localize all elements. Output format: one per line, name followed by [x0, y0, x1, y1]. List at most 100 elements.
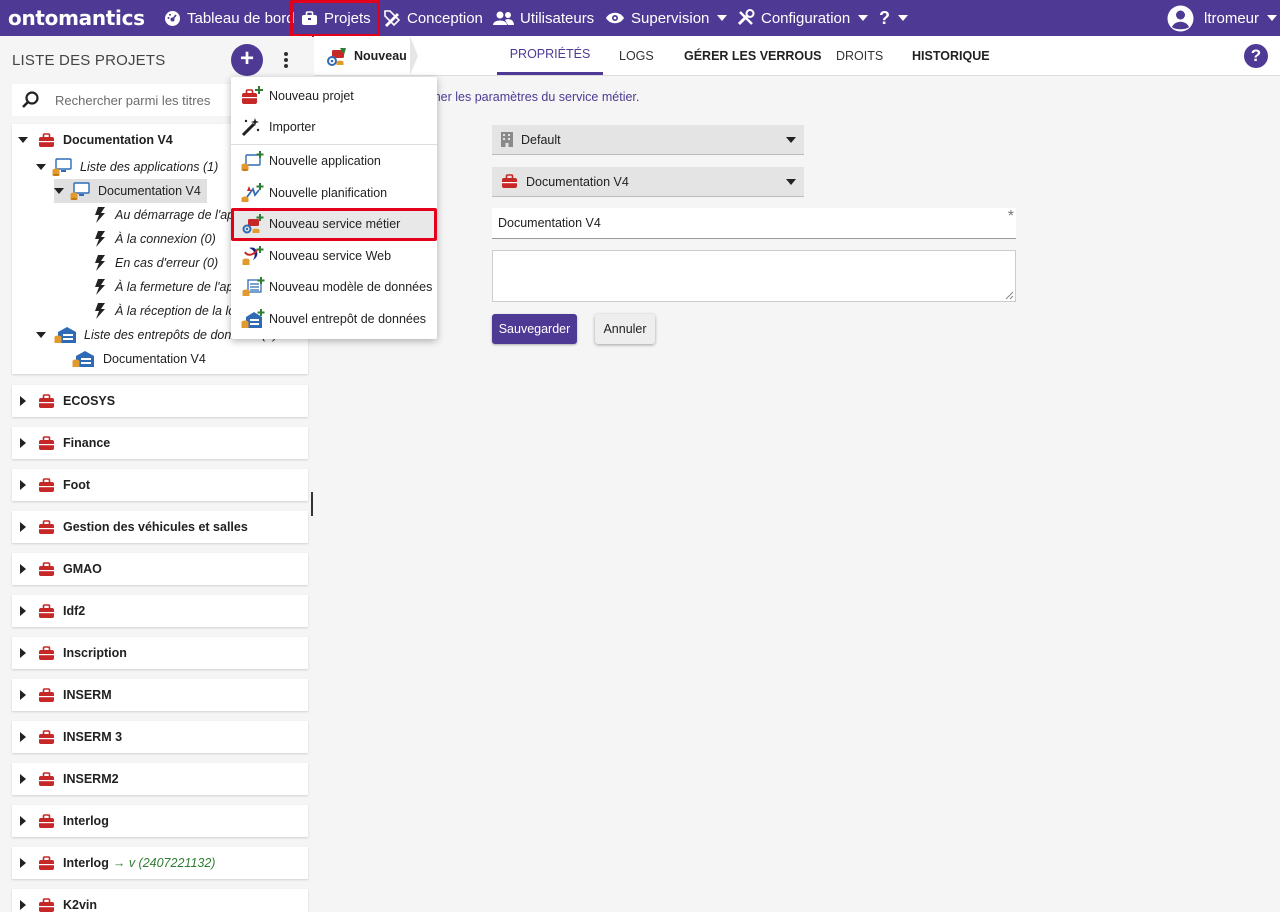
tree-apps-label: Liste des applications (1)	[80, 160, 219, 174]
nav-configuration[interactable]: Configuration	[737, 0, 869, 36]
lightning-icon	[95, 303, 105, 319]
tree-event-row[interactable]: À la réception de la loc	[94, 299, 241, 323]
tree-app-row[interactable]: Documentation V4	[54, 179, 207, 203]
project-row[interactable]: Gestion des véhicules et salles	[12, 511, 308, 543]
chevron-down-icon	[786, 137, 796, 143]
briefcase-icon	[39, 729, 54, 744]
nav-supervision[interactable]: Supervision	[605, 0, 728, 36]
project-label: INSERM2	[63, 772, 119, 786]
project-row[interactable]: K2vin	[12, 889, 308, 912]
new-web-service-icon	[242, 246, 264, 265]
project-row[interactable]: INSERM 3	[12, 721, 308, 753]
required-asterisk: *	[1007, 208, 1014, 225]
magic-wand-icon	[241, 118, 260, 137]
tree-event-row[interactable]: En cas d'erreur (0)	[94, 251, 218, 275]
tab-historique[interactable]: HISTORIQUE	[912, 36, 990, 75]
tab-droits[interactable]: DROITS	[836, 36, 883, 75]
caret-right-icon	[20, 690, 26, 700]
panel-splitter[interactable]	[311, 492, 313, 516]
app-logo[interactable]: ontomantics	[8, 6, 145, 30]
wrench-icon	[737, 9, 755, 26]
project-row[interactable]: INSERM	[12, 679, 308, 711]
tab-gerer-les-verrous[interactable]: GÉRER LES VERROUS	[684, 36, 822, 75]
nav-label: Utilisateurs	[520, 9, 595, 27]
menu-item-nouvel-entrepot-de-donnees[interactable]: Nouvel entrepôt de données	[231, 304, 437, 334]
application-icon	[52, 158, 72, 176]
resize-handle-icon[interactable]	[1005, 291, 1014, 300]
project-row[interactable]: Idf2	[12, 595, 308, 627]
help-icon[interactable]: ?	[1244, 44, 1268, 68]
chevron-down-icon	[858, 15, 869, 21]
project-row[interactable]: Interlog	[12, 805, 308, 837]
tab-proprietes[interactable]: PROPRIÉTÉS	[497, 36, 603, 75]
user-menu[interactable]: ltromeur	[1167, 0, 1278, 36]
project-row[interactable]: Interlog → v (2407221132)	[12, 847, 308, 879]
chevron-down-icon	[786, 179, 796, 185]
tree-event-label: En cas d'erreur (0)	[115, 256, 219, 270]
menu-item-importer[interactable]: Importer	[231, 112, 437, 142]
menu-item-nouveau-modele-de-donnees[interactable]: Nouveau modèle de données	[231, 272, 437, 302]
description-textarea[interactable]	[492, 250, 1016, 302]
tree-event-row[interactable]: À la fermeture de l'app	[94, 275, 240, 299]
dashboard-icon	[165, 10, 180, 26]
caret-right-icon	[20, 858, 26, 868]
service-name-field[interactable]: Documentation V4 *	[492, 208, 1016, 239]
environment-select[interactable]: Default	[492, 125, 804, 155]
tree-event-label: À la connexion (0)	[115, 232, 216, 246]
briefcase-icon	[39, 435, 54, 450]
tree-root-row[interactable]: Documentation V4	[18, 128, 173, 152]
tree-root-label: Documentation V4	[63, 133, 173, 147]
project-row[interactable]: Inscription	[12, 637, 308, 669]
new-schedule-icon	[241, 183, 264, 202]
environment-value: Default	[521, 132, 561, 147]
service-name-value: Documentation V4	[498, 216, 601, 230]
cancel-button[interactable]: Annuler	[595, 314, 655, 344]
project-row[interactable]: GMAO	[12, 553, 308, 585]
menu-item-nouveau-service-web[interactable]: Nouveau service Web	[231, 241, 437, 271]
project-row[interactable]: ECOSYS	[12, 385, 308, 417]
tree-apps-row[interactable]: Liste des applications (1)	[36, 155, 218, 179]
breadcrumb[interactable]: Nouveau	[314, 36, 414, 75]
project-row[interactable]: Finance	[12, 427, 308, 459]
nav-label: Conception	[407, 9, 483, 27]
menu-item-nouvelle-planification[interactable]: Nouvelle planification	[231, 178, 437, 208]
briefcase-icon	[39, 561, 54, 576]
menu-item-label: Nouveau modèle de données	[269, 280, 433, 294]
caret-right-icon	[20, 648, 26, 658]
nav-tableau-de-bord[interactable]: Tableau de bord	[164, 0, 295, 36]
menu-item-nouveau-projet[interactable]: Nouveau projet	[231, 81, 437, 111]
help-icon: ?	[879, 7, 890, 28]
nav-utilisateurs[interactable]: Utilisateurs	[493, 0, 594, 36]
tree-store-row[interactable]: Documentation V4	[72, 347, 206, 371]
tree-event-row[interactable]: Au démarrage de l'app	[94, 203, 241, 227]
add-button[interactable]: +	[231, 44, 263, 76]
project-label: Interlog	[63, 814, 109, 828]
project-row[interactable]: Foot	[12, 469, 308, 501]
lightning-icon	[95, 231, 105, 247]
data-store-icon	[72, 351, 94, 367]
tree-event-label: Au démarrage de l'app	[115, 208, 242, 222]
eye-icon	[606, 12, 624, 24]
project-label: Inscription	[63, 646, 127, 660]
save-button[interactable]: Sauvegarder	[492, 314, 577, 344]
nav-help[interactable]: ?	[879, 0, 908, 36]
username: ltromeur	[1204, 9, 1260, 27]
service-metier-highlight-box	[231, 208, 437, 241]
project-row[interactable]: INSERM2	[12, 763, 308, 795]
business-service-icon	[327, 47, 346, 66]
menu-item-nouvelle-application[interactable]: Nouvelle application	[231, 146, 437, 176]
menu-item-label: Nouveau service Web	[269, 249, 392, 263]
project-select[interactable]: Documentation V4	[492, 167, 804, 197]
breadcrumb-arrow	[410, 36, 418, 75]
tree-event-row[interactable]: À la connexion (0)	[94, 227, 216, 251]
briefcase-icon	[39, 393, 54, 408]
nav-conception[interactable]: Conception	[383, 0, 483, 36]
project-label: Finance	[63, 436, 111, 450]
briefcase-icon	[39, 813, 54, 828]
caret-right-icon	[20, 774, 26, 784]
briefcase-icon	[39, 132, 54, 147]
tab-logs[interactable]: LOGS	[619, 36, 654, 75]
nav-label: Tableau de bord	[187, 9, 295, 27]
more-options-icon[interactable]	[276, 50, 296, 70]
building-icon	[501, 132, 513, 147]
